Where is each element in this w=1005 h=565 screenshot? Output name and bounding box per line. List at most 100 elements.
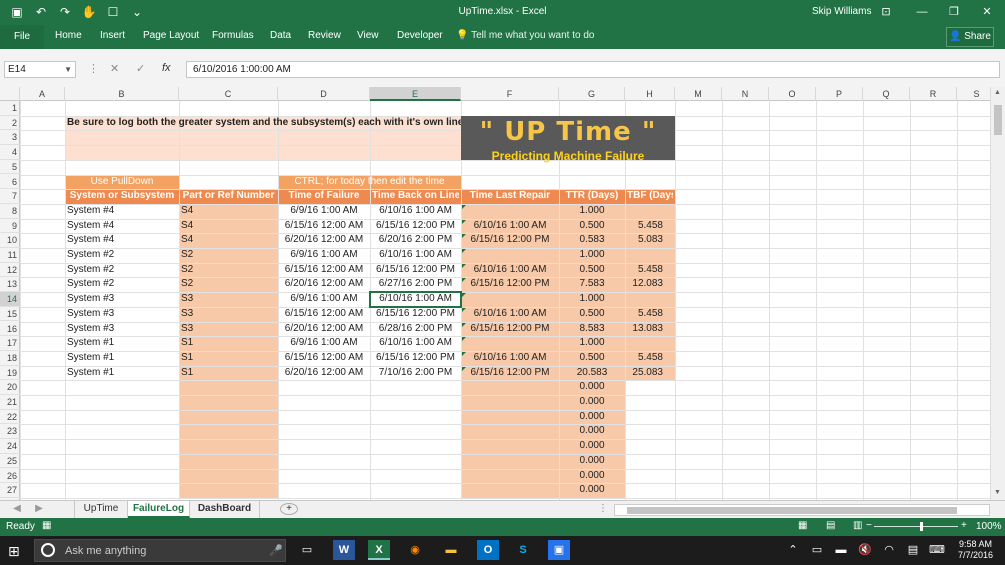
cell-ttr[interactable]: 0.000	[561, 424, 623, 439]
cell-part[interactable]: S1	[181, 336, 276, 351]
error-indicator-icon[interactable]	[462, 204, 466, 209]
cell-back-time[interactable]: 6/10/16 1:00 AM	[372, 248, 459, 263]
cell-back-time[interactable]: 6/10/16 1:00 AM	[372, 204, 459, 219]
zoom-slider[interactable]	[874, 526, 958, 527]
row-header-27[interactable]: 27	[0, 483, 20, 498]
insert-function-icon[interactable]: fx	[162, 62, 171, 74]
cell-last-repair[interactable]: 6/10/16 1:00 AM	[463, 351, 557, 366]
page-break-view-icon[interactable]: ▥	[853, 520, 862, 531]
action-center-icon[interactable]: ▤	[902, 540, 924, 560]
wifi-icon[interactable]: ◠	[878, 540, 900, 560]
row-header-20[interactable]: 20	[0, 380, 20, 395]
header-tbf[interactable]: TBF (Days)	[627, 189, 673, 204]
cell-part[interactable]: S2	[181, 277, 276, 292]
cell-ttr[interactable]: 0.500	[561, 351, 623, 366]
row-header-10[interactable]: 10	[0, 233, 20, 248]
column-header-m[interactable]: M	[675, 87, 722, 101]
cell-ttr[interactable]: 0.500	[561, 307, 623, 322]
task-view-icon[interactable]: ▭	[296, 540, 318, 560]
page-layout-view-icon[interactable]: ▤	[826, 520, 835, 531]
row-header-3[interactable]: 3	[0, 130, 20, 146]
cell-tbf[interactable]: 5.458	[627, 219, 673, 234]
error-indicator-icon[interactable]	[462, 234, 466, 239]
zoom-slider-knob[interactable]	[920, 522, 923, 531]
cell-ttr[interactable]: 0.500	[561, 219, 623, 234]
cell-back-time[interactable]: 6/27/16 2:00 PM	[372, 277, 459, 292]
row-header-13[interactable]: 13	[0, 277, 20, 293]
column-header-n[interactable]: N	[722, 87, 769, 101]
tab-insert[interactable]: Insert	[100, 30, 125, 41]
chevron-down-icon[interactable]: ▼	[64, 62, 72, 77]
header-time-last-repair[interactable]: Time Last Repair	[463, 189, 557, 204]
cell-last-repair[interactable]: 6/10/16 1:00 AM	[463, 307, 557, 322]
zoom-in-icon[interactable]: +	[961, 520, 967, 531]
cell-failure-time[interactable]: 6/9/16 1:00 AM	[280, 292, 368, 307]
row-header-11[interactable]: 11	[0, 248, 20, 263]
taskbar-clock[interactable]: 9:58 AM 7/7/2016	[958, 539, 993, 561]
restore-icon[interactable]: ❐	[940, 3, 968, 21]
cell-system[interactable]: System #1	[67, 336, 177, 351]
windows-start-icon[interactable]: ⊞	[8, 543, 20, 560]
tab-view[interactable]: View	[357, 30, 379, 41]
tab-data[interactable]: Data	[270, 30, 291, 41]
cell-part[interactable]: S3	[181, 307, 276, 322]
column-header-h[interactable]: H	[625, 87, 675, 101]
error-indicator-icon[interactable]	[462, 219, 466, 224]
error-indicator-icon[interactable]	[462, 322, 466, 327]
tab-home[interactable]: Home	[55, 30, 82, 41]
cell-ttr[interactable]: 0.000	[561, 410, 623, 425]
cell-ttr[interactable]: 0.000	[561, 439, 623, 454]
word-icon[interactable]: W	[333, 540, 355, 560]
cell-area[interactable]: Be sure to log both the greater system a…	[20, 101, 998, 500]
column-header-f[interactable]: F	[461, 87, 559, 101]
cell-system[interactable]: System #4	[67, 219, 177, 234]
app-icon[interactable]: ▣	[548, 540, 570, 560]
cell-back-time[interactable]: 6/10/16 1:00 AM	[372, 336, 459, 351]
cell-back-time[interactable]: 6/15/16 12:00 PM	[372, 219, 459, 234]
cell-back-time[interactable]: 6/15/16 12:00 PM	[372, 351, 459, 366]
cell-ttr[interactable]: 0.000	[561, 483, 623, 498]
formula-input[interactable]: 6/10/2016 1:00:00 AM	[186, 61, 1000, 78]
error-indicator-icon[interactable]	[462, 293, 466, 298]
column-header-b[interactable]: B	[65, 87, 179, 101]
firefox-icon[interactable]: ◉	[404, 540, 426, 560]
error-indicator-icon[interactable]	[462, 351, 466, 356]
note-text[interactable]: Be sure to log both the greater system a…	[67, 116, 463, 131]
cell-last-repair[interactable]: 6/15/16 12:00 PM	[463, 233, 557, 248]
select-all-corner[interactable]	[0, 87, 20, 101]
cell-ttr[interactable]: 1.000	[561, 204, 623, 219]
hint-pulldown[interactable]: Use PullDown	[67, 175, 177, 190]
share-button[interactable]: 👤 Share	[946, 27, 994, 47]
normal-view-icon[interactable]: ▦	[798, 520, 807, 531]
cell-failure-time[interactable]: 6/9/16 1:00 AM	[280, 336, 368, 351]
network-tray-icon[interactable]: ▭	[806, 540, 828, 560]
cell-part[interactable]: S2	[181, 248, 276, 263]
cell-ttr[interactable]: 0.583	[561, 233, 623, 248]
cell-system[interactable]: System #2	[67, 263, 177, 278]
minimize-icon[interactable]: —	[908, 3, 936, 21]
cell-part[interactable]: S3	[181, 292, 276, 307]
scroll-up-icon[interactable]: ▲	[994, 89, 1001, 96]
user-name[interactable]: Skip Williams	[812, 6, 871, 17]
cell-back-time[interactable]: 6/15/16 12:00 PM	[372, 263, 459, 278]
cell-system[interactable]: System #1	[67, 351, 177, 366]
split-handle-icon[interactable]: ⋮	[598, 501, 608, 518]
cell-ttr[interactable]: 8.583	[561, 322, 623, 337]
cell-ttr[interactable]: 0.000	[561, 380, 623, 395]
cell-system[interactable]: System #3	[67, 322, 177, 337]
file-explorer-icon[interactable]: ▬	[440, 540, 462, 560]
cortana-search-box[interactable]: Ask me anything 🎤	[34, 539, 286, 562]
tab-formulas[interactable]: Formulas	[212, 30, 254, 41]
cell-last-repair[interactable]: 6/10/16 1:00 AM	[463, 219, 557, 234]
cell-last-repair[interactable]: 6/10/16 1:00 AM	[463, 263, 557, 278]
cell-ttr[interactable]: 0.000	[561, 395, 623, 410]
sheet-tab-failurelog[interactable]: FailureLog	[128, 501, 190, 518]
cancel-icon[interactable]: ✕	[110, 62, 119, 75]
horizontal-scroll-thumb[interactable]	[627, 507, 957, 514]
cell-system[interactable]: System #2	[67, 248, 177, 263]
more-options-icon[interactable]: ⋮	[88, 62, 99, 75]
cell-part[interactable]: S1	[181, 351, 276, 366]
vertical-scroll-thumb[interactable]	[994, 105, 1002, 135]
ribbon-display-icon[interactable]: ⊡	[872, 3, 900, 21]
row-header-5[interactable]: 5	[0, 160, 20, 175]
